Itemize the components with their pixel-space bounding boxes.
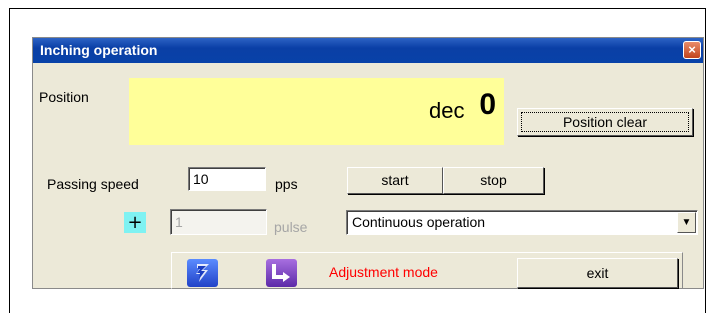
operation-mode-value: Continuous operation [352,214,486,230]
close-icon: × [688,42,696,57]
inching-dialog: Inching operation × Position 0 dec Posit… [32,37,704,289]
lightning-icon[interactable] [187,259,218,287]
exit-button[interactable]: exit [517,258,678,288]
position-clear-button[interactable]: Position clear [517,108,693,136]
window-title: Inching operation [40,42,158,58]
start-button[interactable]: start [347,167,443,194]
position-value: 0 [479,88,496,121]
position-clear-label: Position clear [562,114,648,130]
operation-mode-select[interactable]: Continuous operation ▼ [346,210,698,235]
passing-speed-label: Passing speed [47,176,139,192]
chevron-down-icon[interactable]: ▼ [677,212,696,233]
adjustment-mode-label: Adjustment mode [329,264,438,280]
pulse-unit: pulse [274,219,308,235]
speed-unit: pps [275,176,298,192]
plus-button[interactable]: + [124,212,146,233]
pulse-input[interactable]: 1 [170,209,267,235]
close-button[interactable]: × [683,41,701,59]
stop-button[interactable]: stop [443,167,544,194]
passing-speed-input[interactable]: 10 [188,167,266,191]
position-label: Position [39,89,89,105]
return-arrow-icon[interactable] [266,259,297,287]
title-bar: Inching operation × [33,38,703,63]
position-unit: dec [429,98,465,123]
